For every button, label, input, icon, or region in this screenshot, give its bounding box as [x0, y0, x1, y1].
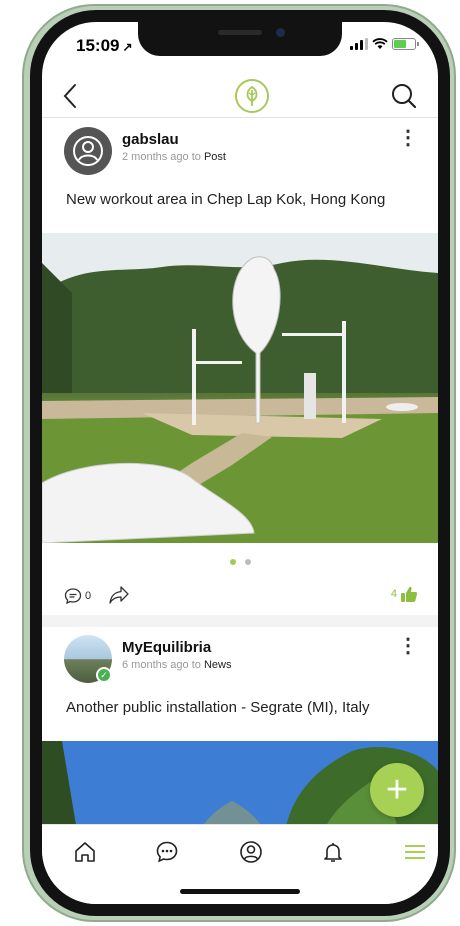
tab-home[interactable] [70, 837, 100, 867]
front-camera [276, 28, 285, 37]
post-photo[interactable] [42, 233, 438, 543]
post-username[interactable]: MyEquilibria [122, 639, 211, 656]
thumbs-up-icon [401, 586, 418, 602]
app-logo[interactable] [235, 79, 269, 113]
tab-notifications[interactable] [318, 837, 348, 867]
back-button[interactable] [62, 83, 78, 109]
status-time: 15:09 ↗ [76, 36, 133, 55]
post-separator [42, 615, 438, 627]
post-meta: 6 months ago to News [122, 659, 232, 671]
post-header: gabslau 2 months ago to Post ⋮ [42, 119, 438, 187]
status-bar: 15:09 ↗ [42, 22, 438, 74]
post-category[interactable]: Post [204, 151, 226, 163]
profile-icon [240, 841, 262, 863]
post-meta: 2 months ago to Post [122, 151, 226, 163]
like-button[interactable]: 4 [391, 585, 418, 603]
post-card: gabslau 2 months ago to Post ⋮ New worko… [42, 119, 438, 615]
share-icon[interactable] [108, 585, 130, 605]
search-icon[interactable] [390, 82, 418, 110]
tab-profile[interactable] [236, 837, 266, 867]
feed[interactable]: gabslau 2 months ago to Post ⋮ New worko… [42, 119, 438, 825]
comment-count: 0 [85, 590, 92, 602]
post-actions: 0 4 [42, 581, 438, 615]
signal-icon [350, 38, 368, 50]
carousel-indicator[interactable] [42, 543, 438, 581]
nav-bar [42, 74, 438, 118]
more-options-icon[interactable]: ⋮ [398, 128, 418, 148]
post-category[interactable]: News [204, 659, 232, 671]
home-indicator[interactable] [180, 889, 300, 894]
carousel-dot[interactable] [244, 559, 251, 565]
avatar[interactable] [64, 127, 112, 175]
menu-icon [405, 845, 425, 859]
tab-chat[interactable] [152, 837, 182, 867]
screen: 15:09 ↗ gabslau 2 months ago to Post ⋮ N… [42, 22, 438, 904]
location-arrow-icon: ↗ [122, 40, 133, 54]
leaf-icon [246, 85, 258, 106]
status-icons [350, 38, 419, 50]
wifi-icon [372, 38, 388, 49]
tab-bar [42, 824, 438, 904]
comment-button[interactable]: 0 [64, 587, 91, 605]
bell-icon [324, 843, 342, 862]
post-header: ✓ MyEquilibria 6 months ago to News ⋮ [42, 627, 438, 695]
workout-area-image [42, 233, 438, 543]
post-text: Another public installation - Segrate (M… [66, 699, 370, 716]
user-avatar-icon [73, 136, 103, 166]
home-icon [75, 842, 95, 862]
chat-icon [156, 841, 178, 863]
post-text: New workout area in Chep Lap Kok, Hong K… [66, 191, 386, 208]
add-post-button[interactable]: + [370, 763, 424, 817]
speaker [218, 30, 262, 35]
more-options-icon[interactable]: ⋮ [398, 636, 418, 656]
verified-badge-icon: ✓ [96, 667, 112, 683]
comment-icon [64, 588, 82, 605]
post-username[interactable]: gabslau [122, 131, 179, 148]
like-count: 4 [390, 588, 397, 600]
tab-menu[interactable] [400, 837, 430, 867]
carousel-dot-active[interactable] [229, 559, 236, 565]
battery-icon [392, 38, 419, 50]
notch [138, 22, 342, 56]
